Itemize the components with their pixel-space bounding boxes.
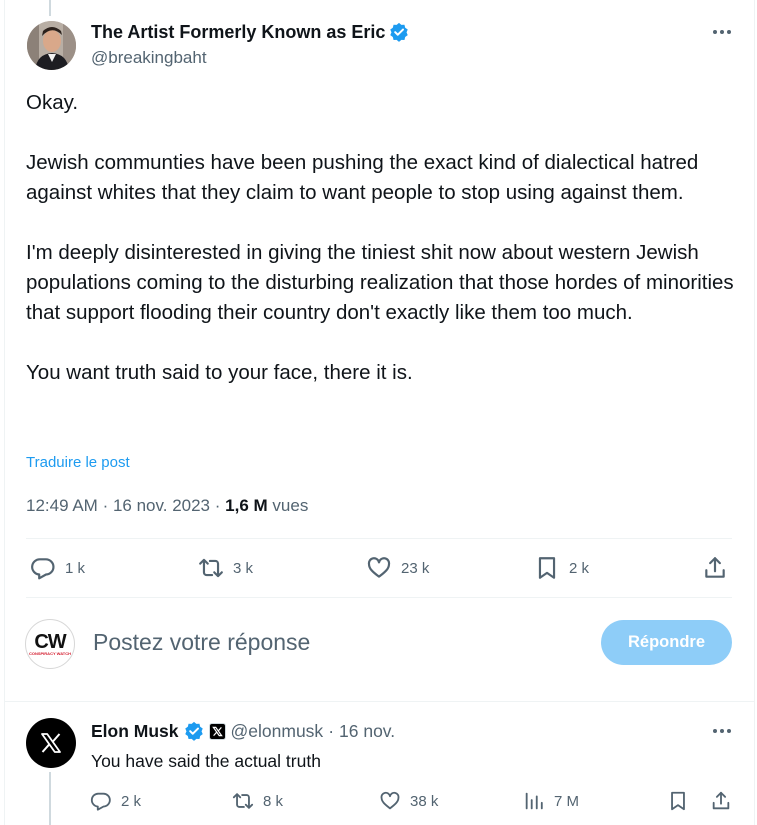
verified-badge-icon[interactable]: [389, 22, 409, 42]
avatar-logo-text: CW: [34, 631, 66, 653]
reply-count: 1 k: [65, 559, 86, 577]
views-count: 1,6 M: [225, 496, 268, 515]
frame-border-right: [754, 0, 755, 825]
affiliate-badge-icon[interactable]: [208, 722, 226, 740]
author-name[interactable]: The Artist Formerly Known as Eric: [91, 21, 409, 43]
divider: [26, 538, 732, 539]
reply-author-handle[interactable]: @elonmusk: [231, 719, 324, 743]
reply-author-avatar[interactable]: [26, 718, 76, 768]
views-label: vues: [272, 496, 309, 515]
like-button[interactable]: 38 k: [379, 788, 438, 814]
reply-button[interactable]: 1 k: [30, 552, 85, 584]
share-button[interactable]: [702, 552, 728, 584]
share-icon: [705, 557, 725, 578]
thread-line-bottom: [49, 772, 51, 825]
reply-date[interactable]: 16 nov.: [339, 719, 395, 743]
like-count: 38 k: [410, 792, 439, 810]
bookmark-button[interactable]: [667, 788, 689, 814]
author-handle[interactable]: @breakingbaht: [91, 47, 207, 69]
views-count: 7 M: [554, 792, 580, 810]
reply-input[interactable]: Postez votre réponse: [93, 626, 310, 658]
tweet-actions: 1 k 3 k 23 k 2 k: [30, 552, 730, 584]
meta-separator: ·: [328, 721, 335, 741]
divider: [5, 701, 754, 702]
tweet-meta: 12:49 AM · 16 nov. 2023 · 1,6 M vues: [26, 494, 308, 518]
tweet-text: Okay. Jewish communties have been pushin…: [26, 88, 738, 388]
repost-count: 8 k: [263, 792, 284, 810]
like-button[interactable]: 23 k: [366, 552, 429, 584]
views-chart-icon: [525, 792, 543, 810]
reply-button[interactable]: 2 k: [90, 788, 141, 814]
repost-icon: [199, 558, 223, 578]
share-icon: [712, 791, 730, 810]
reply-submit-button[interactable]: Répondre: [601, 620, 732, 665]
tweet-date[interactable]: 16 nov. 2023: [113, 496, 210, 515]
thread-line-top: [49, 0, 51, 16]
like-icon: [380, 791, 400, 810]
repost-icon: [232, 793, 254, 809]
bookmark-count: 2 k: [569, 559, 590, 577]
repost-count: 3 k: [233, 559, 254, 577]
reply-author-name[interactable]: Elon Musk: [91, 719, 179, 743]
like-icon: [367, 557, 391, 578]
reply-count: 2 k: [121, 792, 142, 810]
share-button[interactable]: [710, 788, 732, 814]
avatar-photo-icon: [27, 21, 76, 70]
x-logo-icon: [211, 726, 223, 736]
tweet-paragraph: You want truth said to your face, there …: [26, 361, 413, 384]
more-options-icon[interactable]: [708, 22, 736, 42]
tweet-paragraph: Jewish communties have been pushing the …: [26, 151, 699, 204]
x-logo-icon: [41, 733, 61, 753]
tweet-paragraph: Okay.: [26, 91, 79, 114]
composer-avatar[interactable]: CW CONSPIRACY WATCH: [25, 619, 75, 669]
avatar-logo-subtext: CONSPIRACY WATCH: [28, 651, 72, 656]
meta-separator: ·: [102, 496, 109, 515]
meta-separator: ·: [214, 496, 221, 515]
tweet-paragraph: I'm deeply disinterested in giving the t…: [26, 241, 734, 324]
tweet-time[interactable]: 12:49 AM: [26, 496, 98, 515]
views-button[interactable]: 7 M: [523, 788, 579, 814]
like-count: 23 k: [401, 559, 430, 577]
translate-post-link[interactable]: Traduire le post: [26, 453, 130, 473]
reply-actions: 2 k 8 k 38 k 7 M: [90, 788, 740, 814]
bookmark-button[interactable]: 2 k: [534, 552, 589, 584]
bookmark-icon: [538, 557, 556, 579]
verified-badge-icon[interactable]: [184, 721, 204, 741]
author-name-text[interactable]: The Artist Formerly Known as Eric: [91, 21, 385, 43]
repost-button[interactable]: 3 k: [198, 552, 253, 584]
author-avatar[interactable]: [27, 21, 76, 70]
reply-icon: [31, 558, 55, 580]
more-options-icon[interactable]: [708, 721, 736, 741]
reply-text: You have said the actual truth: [91, 751, 321, 771]
repost-button[interactable]: 8 k: [232, 788, 283, 814]
reply-header: Elon Musk @elonmusk · 16 nov.: [91, 719, 395, 743]
bookmark-icon: [671, 791, 685, 811]
reply-icon: [90, 792, 111, 811]
divider: [26, 597, 732, 598]
